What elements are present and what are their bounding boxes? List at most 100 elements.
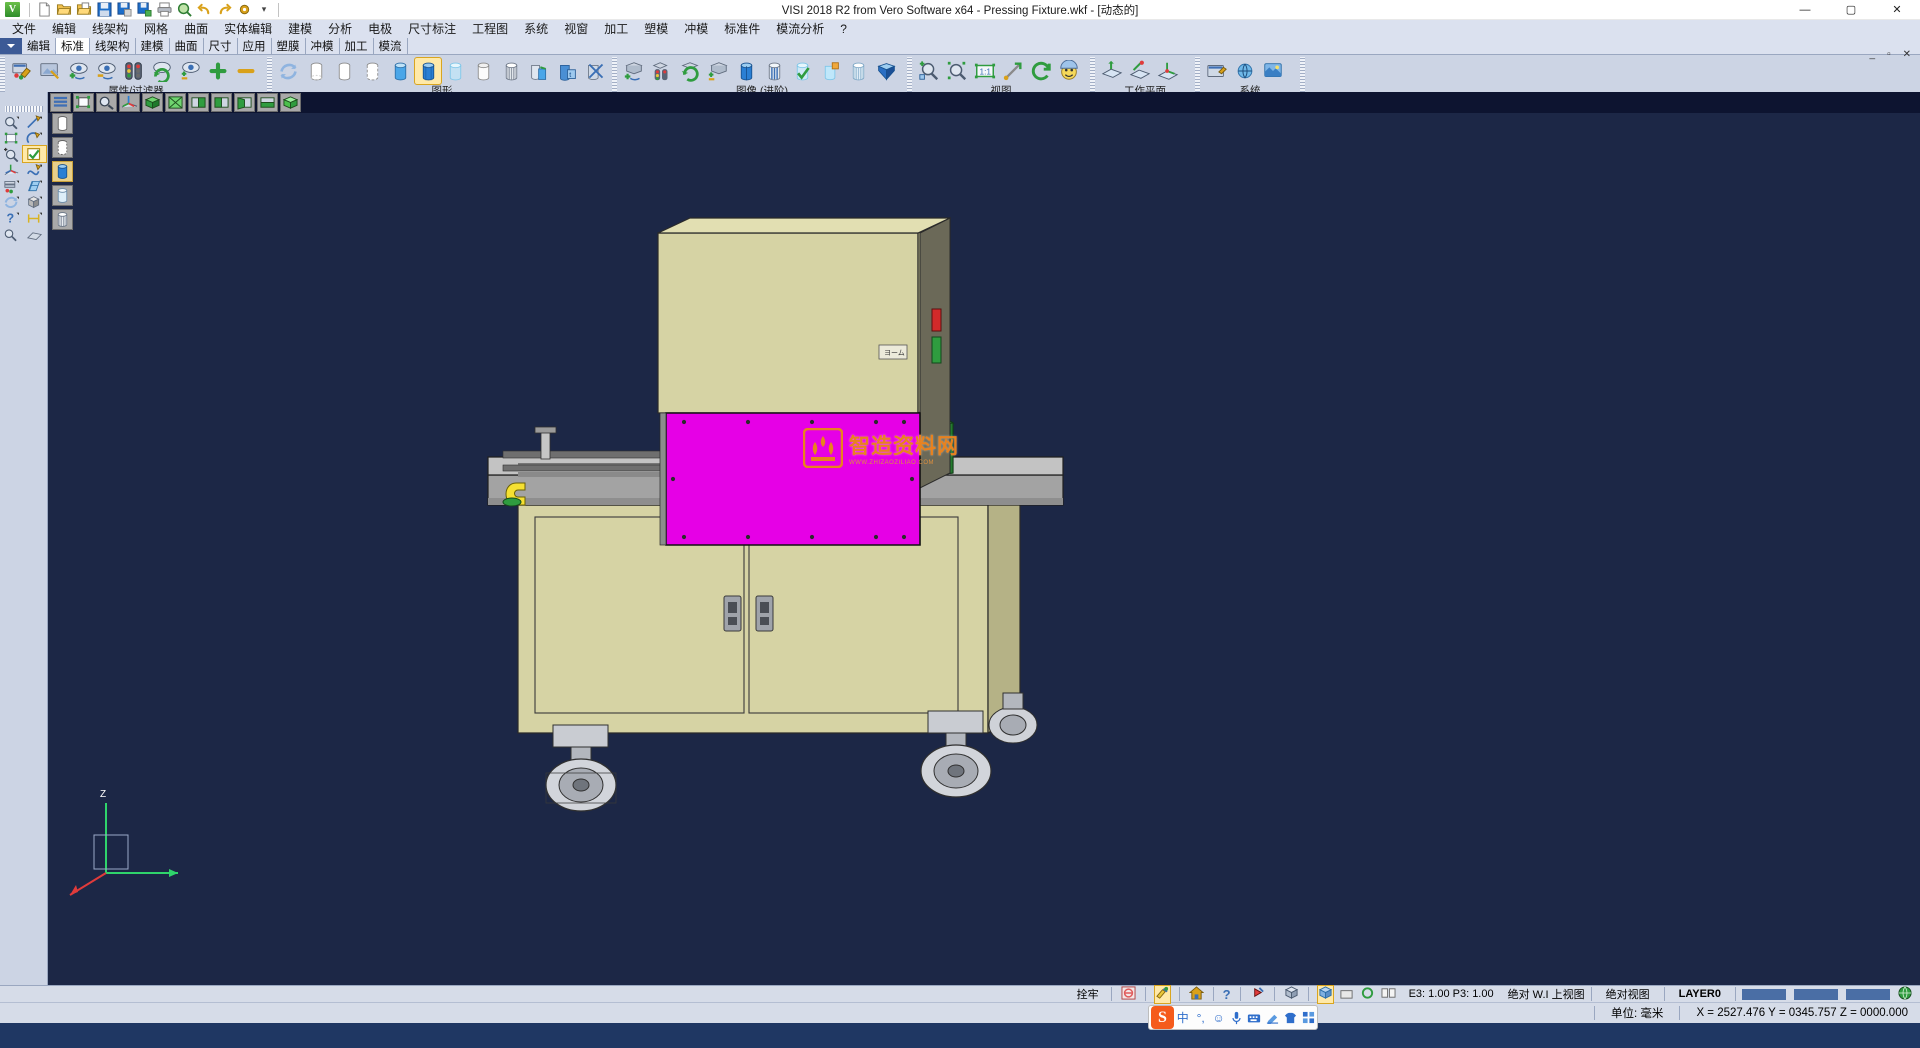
transparent-icon[interactable] xyxy=(443,58,469,84)
ime-apps-icon[interactable] xyxy=(1299,1008,1317,1028)
zoom-extents-icon[interactable] xyxy=(0,146,23,162)
menu-item-wireframe[interactable]: 线架构 xyxy=(84,20,136,38)
help-tool-icon[interactable]: ? xyxy=(0,210,23,226)
menu-item-flow-analysis[interactable]: 模流分析 xyxy=(768,20,832,38)
tab-edit[interactable]: 编辑 xyxy=(22,38,56,54)
close-button[interactable]: ✕ xyxy=(1874,0,1920,20)
show-add-icon[interactable] xyxy=(65,58,91,84)
layer-color-icon[interactable] xyxy=(0,178,23,194)
workplane-align-icon[interactable] xyxy=(1127,58,1153,84)
print-preview-icon[interactable] xyxy=(175,1,193,19)
save-as-icon[interactable] xyxy=(115,1,133,19)
system-color-icon[interactable] xyxy=(1260,58,1286,84)
ime-keyboard-icon[interactable] xyxy=(1245,1008,1263,1028)
menu-item-file[interactable]: 文件 xyxy=(4,20,44,38)
zoom-fit-icon[interactable]: 1:1 xyxy=(972,58,998,84)
xray-icon[interactable] xyxy=(499,58,525,84)
adv-shade-icon[interactable] xyxy=(761,58,787,84)
save-icon[interactable] xyxy=(95,1,113,19)
tab-dropdown-button[interactable] xyxy=(0,38,22,54)
tab-wireframe[interactable]: 线架构 xyxy=(90,38,136,54)
spline-tool-icon[interactable] xyxy=(23,162,46,178)
mdi-close-button[interactable]: ✕ xyxy=(1898,49,1916,60)
traffic-light-icon[interactable] xyxy=(121,58,147,84)
section-icon[interactable] xyxy=(526,58,552,84)
save-all-icon[interactable] xyxy=(135,1,153,19)
ribbon-gripper-7[interactable] xyxy=(1300,57,1305,97)
toggle-visibility-icon[interactable] xyxy=(177,58,203,84)
menu-item-surface[interactable]: 曲面 xyxy=(176,20,216,38)
adv-solid-icon[interactable] xyxy=(873,58,899,84)
open-recent-icon[interactable] xyxy=(75,1,93,19)
status-block-1[interactable] xyxy=(1742,989,1786,1000)
check-box-icon[interactable] xyxy=(23,146,46,162)
zoom-dynamic-icon[interactable] xyxy=(96,93,117,112)
tab-surface[interactable]: 曲面 xyxy=(170,38,204,54)
globe-icon[interactable] xyxy=(1898,986,1912,1003)
menu-item-dimension[interactable]: 尺寸标注 xyxy=(400,20,464,38)
surface-tool-icon[interactable] xyxy=(23,178,46,194)
system-config-icon[interactable] xyxy=(1204,58,1230,84)
zoom-window-icon[interactable] xyxy=(944,58,970,84)
view-bottom-icon[interactable] xyxy=(257,93,278,112)
menu-item-electrode[interactable]: 电极 xyxy=(360,20,400,38)
ime-skin-icon[interactable] xyxy=(1281,1008,1299,1028)
ime-handwriting-icon[interactable] xyxy=(1263,1008,1281,1028)
iso-cube-icon[interactable] xyxy=(1284,986,1299,1003)
tab-machining[interactable]: 加工 xyxy=(340,38,374,54)
tab-modeling[interactable]: 建模 xyxy=(136,38,170,54)
view-toggle-icon[interactable] xyxy=(705,58,731,84)
tab-application[interactable]: 应用 xyxy=(238,38,272,54)
menu-item-analysis[interactable]: 分析 xyxy=(320,20,360,38)
view-circle-icon[interactable] xyxy=(1360,986,1375,1003)
adv-orange-icon[interactable] xyxy=(817,58,843,84)
view-isometric-icon[interactable] xyxy=(142,93,163,112)
plane-tool-icon[interactable] xyxy=(23,226,46,242)
arc-tool-icon[interactable] xyxy=(23,130,46,146)
minimize-button[interactable]: — xyxy=(1782,0,1828,20)
tab-flow[interactable]: 模流 xyxy=(374,38,408,54)
snap-magnet-icon[interactable] xyxy=(1155,986,1170,1003)
select-window-icon[interactable] xyxy=(0,130,23,146)
open-file-icon[interactable] xyxy=(55,1,73,19)
measure-tool-icon[interactable] xyxy=(0,226,23,242)
tab-dimension[interactable]: 尺寸 xyxy=(204,38,238,54)
mdi-restore-button[interactable]: ▫ xyxy=(1882,49,1896,60)
hide-remove-icon[interactable] xyxy=(93,58,119,84)
ime-punctuation-icon[interactable]: °, xyxy=(1192,1008,1210,1028)
dimension-tool-icon[interactable] xyxy=(23,210,46,226)
menu-item-modeling[interactable]: 建模 xyxy=(280,20,320,38)
menu-item-machining[interactable]: 加工 xyxy=(596,20,636,38)
sogou-logo-icon[interactable]: S xyxy=(1151,1006,1174,1029)
print-icon[interactable] xyxy=(155,1,173,19)
rotate-view-icon[interactable] xyxy=(1028,58,1054,84)
undo-icon[interactable] xyxy=(195,1,213,19)
snap-grid-icon[interactable] xyxy=(1121,986,1136,1003)
regenerate-icon[interactable] xyxy=(276,58,302,84)
tab-mould[interactable]: 塑膜 xyxy=(272,38,306,54)
refresh-view-icon[interactable] xyxy=(149,58,175,84)
shaded-icon[interactable] xyxy=(387,58,413,84)
mdi-minimize-button[interactable]: _ xyxy=(1865,49,1881,60)
cad-viewport[interactable]: ヨーム xyxy=(48,113,1920,1008)
solid-tool-icon[interactable] xyxy=(23,194,46,210)
render-quality-icon[interactable]: t xyxy=(554,58,580,84)
adv-check-icon[interactable] xyxy=(789,58,815,84)
view-right-icon[interactable] xyxy=(211,93,232,112)
redo-icon[interactable] xyxy=(215,1,233,19)
zoom-tool-icon[interactable] xyxy=(0,114,23,130)
menu-item-mesh[interactable]: 网格 xyxy=(136,20,176,38)
workplane-axis-icon[interactable] xyxy=(119,93,140,112)
view-left-icon[interactable] xyxy=(234,93,255,112)
workplane-cube-icon[interactable] xyxy=(1318,986,1333,1003)
qat-dropdown-icon[interactable]: ▾ xyxy=(255,1,273,19)
no-render-icon[interactable] xyxy=(582,58,608,84)
menu-item-press[interactable]: 冲模 xyxy=(676,20,716,38)
show-all-icon[interactable] xyxy=(205,58,231,84)
hide-all-icon[interactable] xyxy=(233,58,259,84)
workplane-set-icon[interactable] xyxy=(1099,58,1125,84)
adv-xray-icon[interactable] xyxy=(845,58,871,84)
shaded-edges-icon[interactable] xyxy=(415,58,441,84)
left-toolbar-gripper[interactable] xyxy=(5,106,43,112)
menu-item-help[interactable]: ? xyxy=(832,20,855,38)
